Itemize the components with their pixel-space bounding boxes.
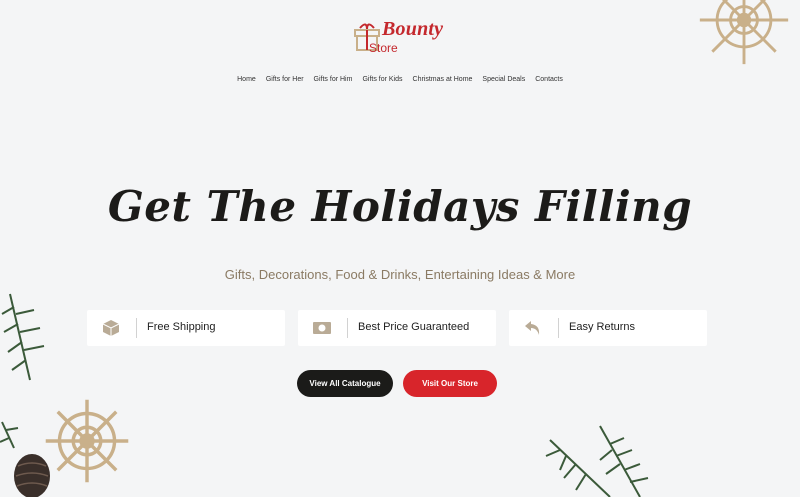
hero-subtitle: Gifts, Decorations, Food & Drinks, Enter… xyxy=(224,267,576,282)
nav-item-special-deals[interactable]: Special Deals xyxy=(481,76,526,83)
nav-item-gifts-for-her[interactable]: Gifts for Her xyxy=(265,76,305,83)
feature-divider xyxy=(136,318,137,338)
feature-best-price: Best Price Guaranteed xyxy=(298,310,496,346)
feature-label: Best Price Guaranteed xyxy=(358,321,470,333)
snowflake-decoration xyxy=(699,0,789,65)
feature-label: Easy Returns xyxy=(569,321,636,333)
view-all-catalogue-button[interactable]: View All Catalogue xyxy=(297,370,393,397)
visit-our-store-button[interactable]: Visit Our Store xyxy=(403,370,497,397)
nav-item-contacts[interactable]: Contacts xyxy=(534,76,564,83)
logo-text-bounty: Bounty xyxy=(382,18,444,40)
pine-branch-decoration xyxy=(1,293,45,381)
snowflake-decoration xyxy=(45,399,129,483)
nav-item-gifts-for-him[interactable]: Gifts for Him xyxy=(313,76,354,83)
hero-title: Get The Holidays Filling xyxy=(107,182,693,231)
money-icon xyxy=(313,322,331,334)
pine-cone-decoration xyxy=(14,454,50,497)
return-arrow-icon xyxy=(525,321,540,335)
nav-item-gifts-for-kids[interactable]: Gifts for Kids xyxy=(361,76,403,83)
feature-easy-returns: Easy Returns xyxy=(509,310,707,346)
feature-divider xyxy=(347,318,348,338)
feature-divider xyxy=(558,318,559,338)
logo-text-store: Store xyxy=(369,41,398,55)
main-nav: Home Gifts for Her Gifts for Him Gifts f… xyxy=(0,76,800,83)
store-logo[interactable]: Bounty Store xyxy=(350,16,460,60)
box-icon xyxy=(102,320,120,336)
nav-item-home[interactable]: Home xyxy=(236,76,257,83)
pine-branch-decoration xyxy=(545,425,649,497)
feature-label: Free Shipping xyxy=(147,321,216,333)
nav-item-christmas-at-home[interactable]: Christmas at Home xyxy=(412,76,474,83)
feature-free-shipping: Free Shipping xyxy=(87,310,285,346)
